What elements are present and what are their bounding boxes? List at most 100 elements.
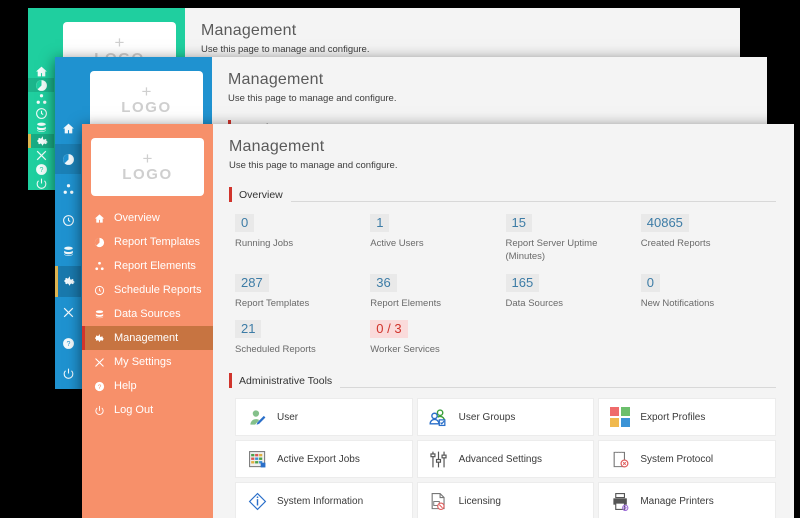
- stat-label: New Notifications: [640, 297, 715, 309]
- sliders-icon: [428, 448, 450, 470]
- rail-icon-help[interactable]: ?: [28, 162, 54, 176]
- section-header-admin-tools: Administrative Tools: [229, 373, 776, 389]
- logo-plus: +: [142, 148, 153, 168]
- page-subtitle: Use this page to manage and configure.: [228, 93, 397, 104]
- logo-word: LOGO: [121, 98, 172, 116]
- stat-running-jobs: 0 Running Jobs: [235, 214, 370, 264]
- tool-user-groups[interactable]: User Groups: [416, 398, 595, 437]
- spreadsheet-icon: [246, 448, 268, 470]
- logo-plus: +: [141, 81, 152, 101]
- rail-icon-nodes[interactable]: [55, 174, 81, 205]
- license-icon: [428, 490, 450, 512]
- rail-icon-clock[interactable]: [55, 205, 81, 236]
- sidebar-item-label: Report Elements: [114, 260, 196, 272]
- window-orange-active[interactable]: + LOGO Overview Report Templates Report …: [82, 124, 794, 518]
- stat-label: Report Server Uptime (Minutes): [505, 238, 598, 262]
- stat-label: Running Jobs: [235, 238, 294, 249]
- collapsed-rail-teal[interactable]: ?: [28, 8, 54, 190]
- page-title: Management: [201, 22, 297, 39]
- sidebar-item-report-templates[interactable]: Report Templates: [82, 230, 213, 254]
- rail-icon-clock[interactable]: [28, 106, 54, 120]
- stat-value: 0: [235, 214, 255, 232]
- rail-icon-database[interactable]: [55, 236, 81, 267]
- rail-icon-nodes[interactable]: [28, 92, 54, 106]
- rail-icon-home[interactable]: [55, 113, 81, 144]
- stat-label: Report Templates: [235, 297, 310, 309]
- rail-icon-power[interactable]: [55, 358, 81, 389]
- overview-stats-grid: 0 Running Jobs 1 Active Users 15 Report …: [229, 214, 776, 357]
- logo-plus: +: [114, 32, 125, 52]
- stat-label: Worker Services: [370, 344, 440, 356]
- sidebar-item-label: My Settings: [114, 356, 172, 368]
- sidebar-item-my-settings[interactable]: My Settings: [82, 350, 213, 374]
- help-icon: ?: [92, 381, 106, 392]
- rail-icon-help[interactable]: ?: [55, 328, 81, 359]
- tool-advanced-settings[interactable]: Advanced Settings: [416, 440, 595, 479]
- tool-export-profiles[interactable]: Export Profiles: [598, 398, 776, 437]
- admin-tools-grid: User User Groups Export Profiles Active …: [229, 398, 776, 518]
- rail-icon-tools[interactable]: [55, 297, 81, 328]
- tool-label: User: [277, 411, 299, 423]
- sidebar-item-management[interactable]: Management: [82, 326, 213, 350]
- svg-text:?: ?: [66, 341, 70, 348]
- rail-icon-pie[interactable]: [55, 143, 81, 175]
- tool-licensing[interactable]: Licensing: [416, 482, 595, 518]
- svg-text:?: ?: [39, 167, 43, 174]
- stat-value: 165: [505, 273, 540, 292]
- tool-active-export-jobs[interactable]: Active Export Jobs: [235, 440, 413, 479]
- rail-icon-power[interactable]: [28, 176, 54, 190]
- sidebar-item-label: Data Sources: [114, 308, 181, 320]
- collapsed-rail-blue[interactable]: ?: [55, 57, 81, 389]
- tool-label: System Information: [277, 495, 364, 507]
- rail-icon-gear[interactable]: [28, 134, 54, 148]
- rail-icon-database[interactable]: [28, 120, 54, 134]
- rail-icon-gear[interactable]: [55, 266, 81, 298]
- tool-system-protocol[interactable]: System Protocol: [598, 440, 776, 479]
- stat-scheduled-reports: 21 Scheduled Reports: [235, 320, 370, 357]
- sidebar-item-help[interactable]: ? Help: [82, 374, 213, 398]
- tool-user[interactable]: User: [235, 398, 413, 437]
- sidebar-item-label: Management: [114, 332, 179, 344]
- rail-icon-tools[interactable]: [28, 148, 54, 162]
- content-orange: Management Use this page to manage and c…: [213, 124, 794, 518]
- power-icon: [92, 405, 106, 416]
- page-title: Management: [228, 71, 324, 88]
- stat-active-users: 1 Active Users: [370, 214, 505, 264]
- stat-label: Data Sources: [505, 297, 564, 309]
- home-icon: [92, 213, 106, 224]
- page-subtitle: Use this page to manage and configure.: [201, 44, 370, 55]
- printer-icon: [609, 490, 631, 512]
- tool-label: Advanced Settings: [458, 453, 543, 465]
- page-title: Management: [229, 138, 325, 155]
- rail-icon-pie[interactable]: [28, 78, 54, 92]
- stat-data-sources: 165 Data Sources: [505, 273, 641, 311]
- logo-orange: + LOGO: [91, 138, 204, 196]
- stat-created-reports: 40865 Created Reports: [640, 214, 776, 264]
- sidebar-orange[interactable]: + LOGO Overview Report Templates Report …: [82, 124, 213, 518]
- stat-report-templates: 287 Report Templates: [235, 273, 370, 311]
- tools-icon: [92, 357, 106, 368]
- document-error-icon: [609, 448, 631, 470]
- sidebar-item-log-out[interactable]: Log Out: [82, 398, 213, 422]
- stat-value: 21: [235, 320, 262, 339]
- pie-icon: [92, 237, 106, 248]
- tool-system-information[interactable]: System Information: [235, 482, 413, 518]
- nodes-icon: [92, 261, 106, 272]
- stat-label: Created Reports: [640, 238, 711, 249]
- section-title: Overview: [239, 189, 283, 201]
- sidebar-item-overview[interactable]: Overview: [82, 206, 213, 230]
- info-diamond-icon: [246, 490, 268, 512]
- sidebar-item-data-sources[interactable]: Data Sources: [82, 302, 213, 326]
- tool-label: Export Profiles: [640, 411, 706, 423]
- stat-label: Active Users: [370, 238, 424, 249]
- stat-value: 0 / 3: [370, 320, 408, 339]
- sidebar-item-report-elements[interactable]: Report Elements: [82, 254, 213, 278]
- tool-label: Active Export Jobs: [277, 453, 360, 465]
- color-grid-icon: [609, 406, 631, 428]
- stat-value: 40865: [640, 214, 689, 232]
- stat-value: 15: [505, 214, 532, 232]
- tool-manage-printers[interactable]: Manage Printers: [598, 482, 776, 518]
- rail-icon-home[interactable]: [28, 64, 54, 78]
- sidebar-item-schedule-reports[interactable]: Schedule Reports: [82, 278, 213, 302]
- sidebar-item-label: Help: [114, 380, 137, 392]
